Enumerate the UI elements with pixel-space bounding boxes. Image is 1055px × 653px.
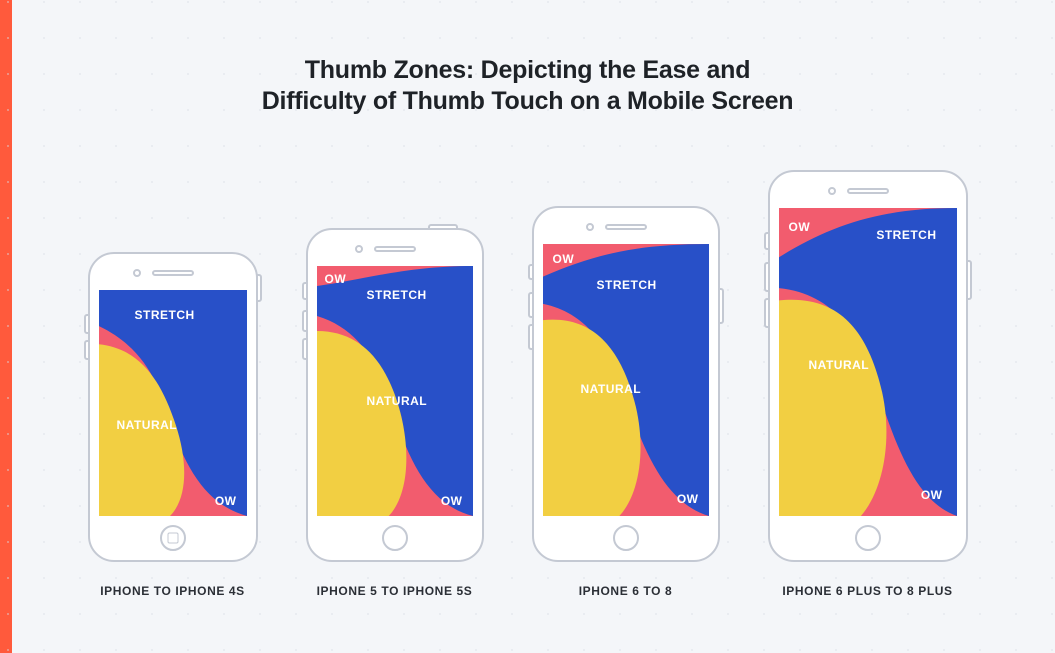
label-natural: NATURAL (809, 358, 870, 372)
volume-button-icon (84, 340, 90, 360)
phone-caption: IPHONE 5 TO IPHONE 5S (317, 584, 473, 598)
phone-iphone-5s: OW STRETCH NATURAL OW IPHONE 5 TO IPHONE… (306, 228, 484, 598)
phone-caption: IPHONE 6 TO 8 (579, 584, 673, 598)
volume-button-icon (764, 298, 770, 328)
front-camera-icon (586, 223, 594, 231)
label-ow: OW (325, 272, 347, 286)
mute-switch-icon (528, 264, 534, 280)
label-stretch: STRETCH (367, 288, 427, 302)
home-button-icon (613, 525, 639, 551)
label-ow: OW (215, 494, 237, 508)
volume-button-icon (528, 292, 534, 318)
label-stretch: STRETCH (876, 228, 936, 242)
label-natural: NATURAL (117, 418, 178, 432)
power-button-icon (718, 288, 724, 324)
front-camera-icon (133, 269, 141, 277)
earpiece-icon (847, 188, 889, 194)
label-natural: NATURAL (367, 394, 428, 408)
label-ow: OW (553, 252, 575, 266)
screen-thumbzones: OW STRETCH NATURAL OW (543, 244, 709, 516)
accent-bar (0, 0, 12, 653)
home-button-icon (160, 525, 186, 551)
home-button-icon (382, 525, 408, 551)
phone-frame: OW STRETCH NATURAL OW (532, 206, 720, 562)
home-button-icon (855, 525, 881, 551)
volume-button-icon (84, 314, 90, 334)
volume-button-icon (302, 338, 308, 360)
screen-thumbzones: STRETCH NATURAL OW (99, 290, 247, 516)
phone-frame: STRETCH NATURAL OW (88, 252, 258, 562)
phone-iphone-6-8-plus: OW STRETCH NATURAL OW IPHONE 6 PLUS TO 8… (768, 170, 968, 598)
natural-zone-shape (317, 266, 473, 516)
label-ow: OW (789, 220, 811, 234)
phone-frame: OW STRETCH NATURAL OW (306, 228, 484, 562)
power-button-icon (428, 224, 458, 230)
title-line-1: Thumb Zones: Depicting the Ease and (305, 56, 750, 84)
label-stretch: STRETCH (135, 308, 195, 322)
phones-row: STRETCH NATURAL OW IPHONE TO IPHONE 4S (88, 170, 968, 598)
earpiece-icon (374, 246, 416, 252)
label-stretch: STRETCH (597, 278, 657, 292)
volume-button-icon (528, 324, 534, 350)
page-title: Thumb Zones: Depicting the Ease and Diff… (178, 55, 878, 118)
phone-iphone-4s: STRETCH NATURAL OW IPHONE TO IPHONE 4S (88, 252, 258, 598)
phone-frame: OW STRETCH NATURAL OW (768, 170, 968, 562)
front-camera-icon (828, 187, 836, 195)
screen-thumbzones: OW STRETCH NATURAL OW (779, 208, 957, 516)
mute-switch-icon (764, 232, 770, 250)
earpiece-icon (152, 270, 194, 276)
front-camera-icon (355, 245, 363, 253)
label-natural: NATURAL (581, 382, 642, 396)
mute-switch-icon (302, 282, 308, 300)
screen-thumbzones: OW STRETCH NATURAL OW (317, 266, 473, 516)
power-button-icon (256, 274, 262, 302)
natural-zone-shape (99, 290, 247, 516)
power-button-icon (966, 260, 972, 300)
volume-button-icon (764, 262, 770, 292)
phone-caption: IPHONE 6 PLUS TO 8 PLUS (782, 584, 952, 598)
label-ow: OW (921, 488, 943, 502)
phone-caption: IPHONE TO IPHONE 4S (100, 584, 245, 598)
title-line-2: Difficulty of Thumb Touch on a Mobile Sc… (262, 87, 794, 115)
label-ow: OW (441, 494, 463, 508)
earpiece-icon (605, 224, 647, 230)
volume-button-icon (302, 310, 308, 332)
phone-iphone-6-8: OW STRETCH NATURAL OW IPHONE 6 TO 8 (532, 206, 720, 598)
label-ow: OW (677, 492, 699, 506)
